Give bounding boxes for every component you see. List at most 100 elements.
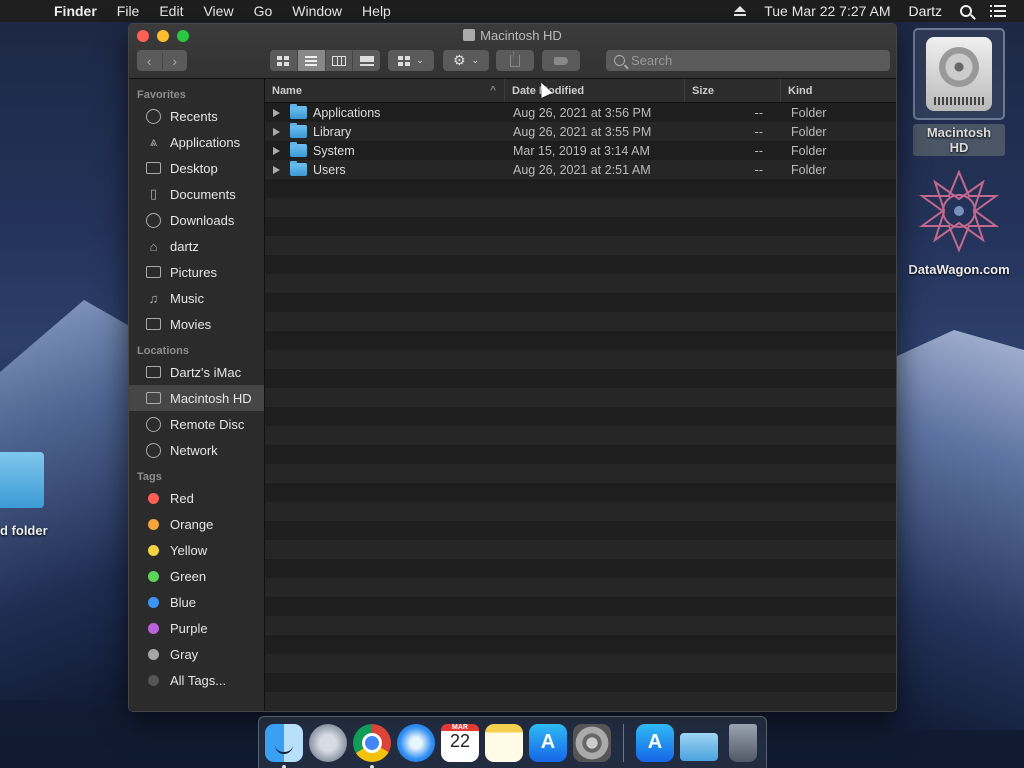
sidebar-item-recents[interactable]: Recents xyxy=(129,103,264,129)
cell-date: Mar 15, 2019 at 3:14 AM xyxy=(513,143,650,158)
sidebar-tag-orange[interactable]: Orange xyxy=(129,511,264,537)
share-button[interactable] xyxy=(496,49,534,71)
action-button[interactable]: ⚙ ⌄ xyxy=(443,50,489,71)
edit-tags-button[interactable] xyxy=(542,50,580,71)
hard-drive-small-icon xyxy=(463,29,476,41)
cell-name: Applications xyxy=(265,104,505,120)
desktop-macintosh-hd[interactable]: Macintosh HD xyxy=(913,28,1005,156)
sidebar-item-applications[interactable]: ⩓ Applications xyxy=(129,129,264,155)
group-by-button[interactable]: ⌄ xyxy=(388,50,434,71)
sidebar-tag-gray[interactable]: Gray xyxy=(129,641,264,667)
sidebar-item-label: Movies xyxy=(170,316,212,332)
column-header-size[interactable]: Size xyxy=(685,79,781,102)
cell-date: Aug 26, 2021 at 3:55 PM xyxy=(513,124,652,139)
sidebar-item-label: Blue xyxy=(170,594,197,610)
column-view-button[interactable] xyxy=(326,50,354,71)
menu-finder[interactable]: Finder xyxy=(44,3,107,19)
sidebar: Favorites Recents ⩓ Applications Desktop … xyxy=(129,79,265,711)
eject-icon[interactable] xyxy=(734,6,747,16)
dock-downloads-stack[interactable] xyxy=(680,732,718,761)
dock-applications-stack[interactable]: A xyxy=(636,723,674,762)
disclosure-triangle-icon[interactable] xyxy=(273,108,280,117)
sidebar-item-label: Downloads xyxy=(170,212,235,228)
sidebar-item-downloads[interactable]: Downloads xyxy=(129,207,264,233)
sidebar-item-imac[interactable]: Dartz's iMac xyxy=(129,359,264,385)
calendar-month: MAR xyxy=(441,723,479,731)
disclosure-triangle-icon[interactable] xyxy=(273,127,280,136)
sidebar-item-desktop[interactable]: Desktop xyxy=(129,155,264,181)
sidebar-item-pictures[interactable]: Pictures xyxy=(129,259,264,285)
cell-name: Library xyxy=(265,123,505,139)
column-header-date-modified[interactable]: Date Modified xyxy=(505,79,685,102)
menubar-clock[interactable]: Tue Mar 22 7:27 AM xyxy=(764,3,890,19)
view-mode-buttons xyxy=(270,50,380,71)
tag-dot-icon xyxy=(145,491,162,506)
gallery-view-button[interactable] xyxy=(353,50,380,71)
dock-app-store[interactable]: A xyxy=(529,723,567,762)
search-field[interactable] xyxy=(606,50,890,71)
list-view-button[interactable] xyxy=(297,50,326,71)
chevron-down-icon: ⌄ xyxy=(416,55,424,65)
dock-trash[interactable] xyxy=(729,723,757,762)
sidebar-item-label: Green xyxy=(170,568,207,584)
sidebar-heading-locations[interactable]: Locations xyxy=(129,343,264,359)
sidebar-item-movies[interactable]: Movies xyxy=(129,311,264,337)
icon-view-button[interactable] xyxy=(270,50,298,71)
menubar-user[interactable]: Dartz xyxy=(909,3,942,19)
table-row[interactable]: System Mar 15, 2019 at 3:14 AM -- Folder xyxy=(265,141,896,160)
menubar: Finder File Edit View Go Window Help Tue… xyxy=(0,0,1024,22)
search-input[interactable] xyxy=(631,53,871,68)
file-name: Library xyxy=(313,124,352,139)
sidebar-item-macintosh-hd[interactable]: Macintosh HD xyxy=(129,385,264,411)
disclosure-triangle-icon[interactable] xyxy=(273,146,280,155)
list-view-icon xyxy=(305,55,318,66)
dock-safari[interactable] xyxy=(397,723,435,762)
menu-go[interactable]: Go xyxy=(244,3,283,19)
dock-notes[interactable] xyxy=(485,723,523,762)
desktop-folder[interactable]: d folder xyxy=(0,452,70,539)
sidebar-tag-blue[interactable]: Blue xyxy=(129,589,264,615)
file-name: Users xyxy=(313,162,346,177)
sidebar-tag-green[interactable]: Green xyxy=(129,563,264,589)
finder-toolbar: Macintosh HD ‹ › ⌄ ⚙ ⌄ xyxy=(129,24,896,79)
computer-icon xyxy=(145,365,162,380)
sidebar-tag-purple[interactable]: Purple xyxy=(129,615,264,641)
dock-system-preferences[interactable] xyxy=(573,723,611,762)
dock-separator xyxy=(623,723,624,762)
sidebar-item-documents[interactable]: ▯ Documents xyxy=(129,181,264,207)
sidebar-tag-all-tags[interactable]: All Tags... xyxy=(129,667,264,693)
spotlight-search-icon[interactable] xyxy=(960,5,972,17)
sidebar-item-label: Desktop xyxy=(170,160,218,176)
running-indicator xyxy=(282,764,286,768)
menu-file[interactable]: File xyxy=(107,3,150,19)
table-row[interactable]: Library Aug 26, 2021 at 3:55 PM -- Folde… xyxy=(265,122,896,141)
sidebar-tag-yellow[interactable]: Yellow xyxy=(129,537,264,563)
sidebar-item-network[interactable]: Network xyxy=(129,437,264,463)
forward-button[interactable]: › xyxy=(163,53,188,69)
dock-calendar[interactable]: MAR 22 xyxy=(441,723,479,762)
desktop-datawagon[interactable]: DataWagon.com xyxy=(900,168,1018,278)
column-header-name[interactable]: Name ^ xyxy=(265,79,505,102)
column-header-kind[interactable]: Kind xyxy=(781,79,896,102)
menu-help[interactable]: Help xyxy=(352,3,401,19)
menu-edit[interactable]: Edit xyxy=(149,3,193,19)
menu-view[interactable]: View xyxy=(193,3,243,19)
dock-launchpad[interactable] xyxy=(309,723,347,762)
disclosure-triangle-icon[interactable] xyxy=(273,165,280,174)
sidebar-heading-favorites[interactable]: Favorites xyxy=(129,87,264,103)
menubar-status-area: Tue Mar 22 7:27 AM Dartz xyxy=(734,3,1014,19)
sidebar-item-music[interactable]: ♫ Music xyxy=(129,285,264,311)
table-row[interactable]: Applications Aug 26, 2021 at 3:56 PM -- … xyxy=(265,103,896,122)
notification-center-icon[interactable] xyxy=(990,5,1006,17)
sidebar-heading-tags[interactable]: Tags xyxy=(129,469,264,485)
table-row[interactable]: Users Aug 26, 2021 at 2:51 AM -- Folder xyxy=(265,160,896,179)
sidebar-item-home[interactable]: ⌂ dartz xyxy=(129,233,264,259)
menu-window[interactable]: Window xyxy=(282,3,352,19)
sidebar-item-remote-disc[interactable]: Remote Disc xyxy=(129,411,264,437)
tag-dot-icon xyxy=(145,647,162,662)
sidebar-tag-red[interactable]: Red xyxy=(129,485,264,511)
dock-finder[interactable] xyxy=(265,723,303,768)
back-button[interactable]: ‹ xyxy=(137,52,163,69)
dock-chrome[interactable] xyxy=(353,723,391,768)
desktop-icon xyxy=(145,161,162,176)
